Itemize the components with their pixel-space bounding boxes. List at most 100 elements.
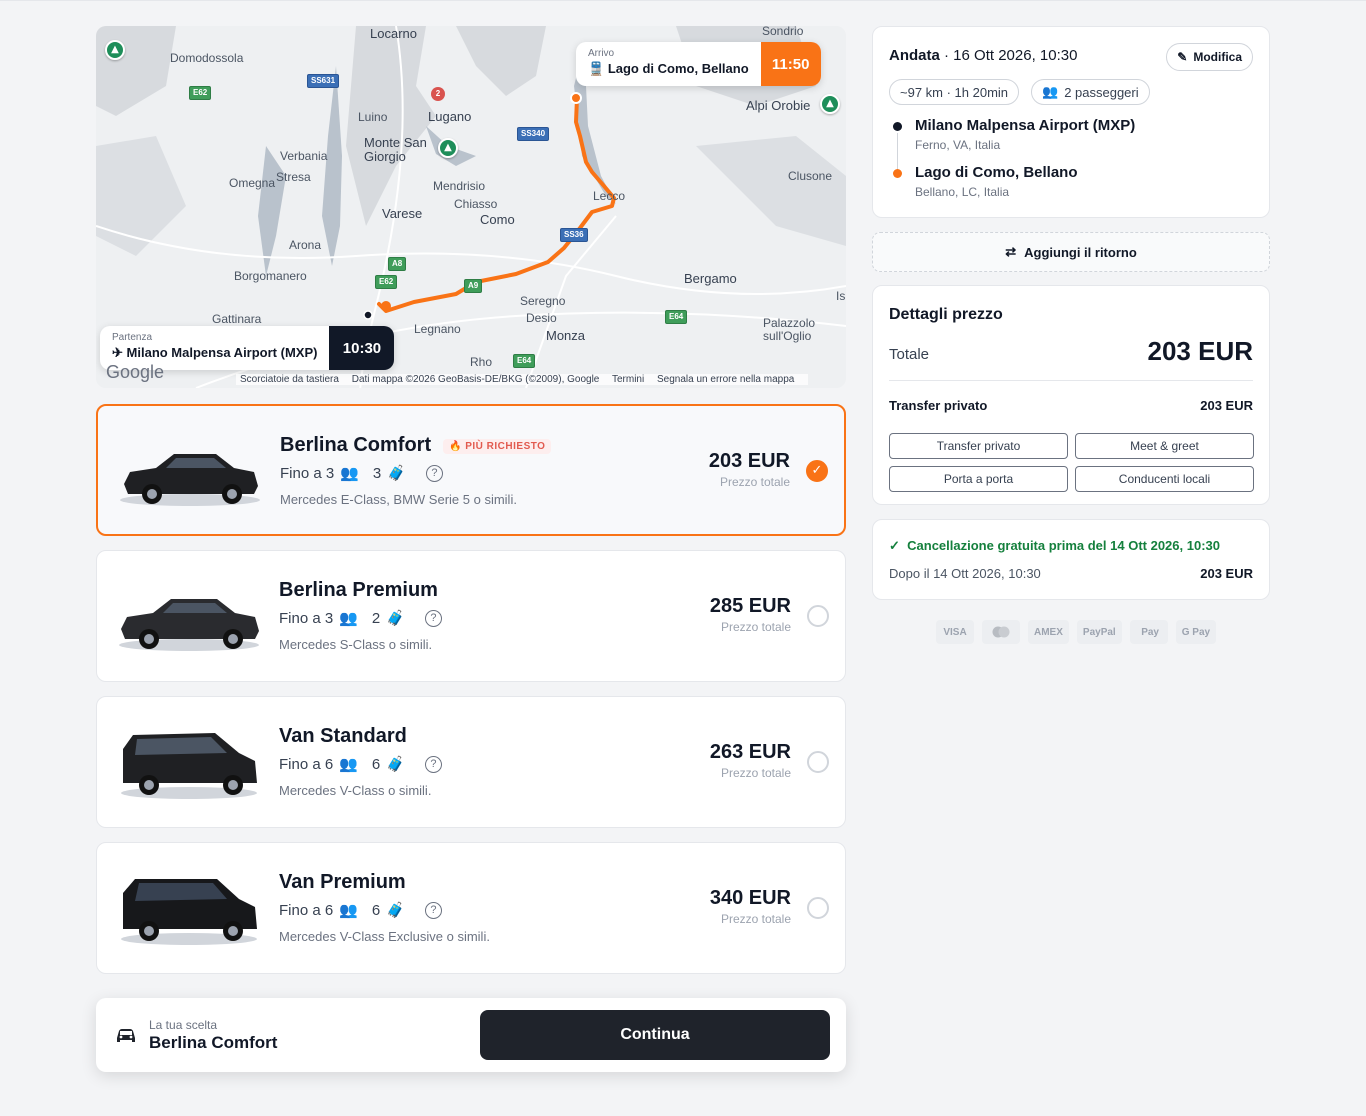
payment-methods: VISA AMEX PayPal Pay G Pay xyxy=(936,620,1217,644)
choice-bar: La tua scelta Berlina Comfort Continua xyxy=(96,998,846,1072)
select-radio[interactable]: ✓ xyxy=(806,460,828,482)
trip-direction: Andata xyxy=(889,47,940,64)
add-return-button[interactable]: ⇄ Aggiungi il ritorno xyxy=(872,232,1270,272)
line-value: 203 EUR xyxy=(1200,398,1253,413)
vehicle-models: Mercedes E-Class, BMW Serie 5 o simili. xyxy=(280,492,517,507)
destination-name: Lago di Como, Bellano xyxy=(915,164,1078,181)
divider xyxy=(889,380,1253,381)
continue-button[interactable]: Continua xyxy=(480,1010,830,1060)
capacity-label: Fino a 6 xyxy=(279,901,334,919)
help-icon[interactable]: ? xyxy=(424,901,442,919)
select-radio[interactable] xyxy=(807,751,829,773)
help-icon[interactable]: ? xyxy=(424,755,442,773)
vehicle-name: Van Premium xyxy=(279,871,406,893)
train-icon: 🚆 xyxy=(588,61,605,76)
modify-button[interactable]: ✎ Modifica xyxy=(1166,43,1253,71)
price-details: Dettagli prezzo Totale 203 EUR Transfer … xyxy=(872,285,1270,505)
road-badge: E64 xyxy=(513,354,536,368)
map-label: Chiasso xyxy=(454,197,498,211)
apple-pay-icon: Pay xyxy=(1129,620,1168,644)
arrival-place: Lago di Como, Bellano xyxy=(607,61,749,76)
origin-sub: Ferno, VA, Italia xyxy=(915,138,1001,152)
map-label: Como xyxy=(480,212,515,227)
bags-count: 2 xyxy=(371,609,381,627)
help-icon[interactable]: ? xyxy=(424,609,442,627)
mountain-pin-icon[interactable]: ▲ xyxy=(105,40,125,60)
vehicle-card-van-premium[interactable]: Van Premium Fino a 6 👥 6 🧳 ? Mercedes V-… xyxy=(96,842,846,974)
people-icon: 👥 xyxy=(339,610,358,627)
free-cancellation: Cancellazione gratuita prima del 14 Ott … xyxy=(907,538,1220,553)
van-image xyxy=(121,733,257,799)
terms-link[interactable]: Termini xyxy=(612,374,644,385)
flame-icon: 🔥 xyxy=(449,441,462,452)
vehicle-models: Mercedes V-Class o simili. xyxy=(279,783,432,798)
vehicle-card-berlina-comfort[interactable]: Berlina Comfort 🔥 PIÙ RICHIESTO Fino a 3… xyxy=(96,404,846,536)
line-label: Transfer privato xyxy=(889,398,988,413)
map-label: Legnano xyxy=(414,322,461,336)
cancellation-policy: ✓ Cancellazione gratuita prima del 14 Ot… xyxy=(872,519,1270,600)
help-icon[interactable]: ? xyxy=(425,464,443,482)
modify-label: Modifica xyxy=(1193,50,1242,64)
map-label: Palazzolo sull'Oglio xyxy=(763,316,816,343)
price-title: Dettagli prezzo xyxy=(889,306,1003,323)
mastercard-icon xyxy=(982,620,1020,644)
people-icon: 👥 xyxy=(1042,84,1059,99)
feature-tag: Meet & greet xyxy=(1075,433,1254,459)
map-label: Gattinara xyxy=(212,312,262,326)
arrival-time: 11:50 xyxy=(760,42,821,86)
price-label: Prezzo totale xyxy=(720,912,791,926)
arrival-chip[interactable]: Arrivo 🚆 Lago di Como, Bellano 11:50 xyxy=(576,42,821,86)
report-error-link[interactable]: Segnala un errore nella mappa xyxy=(657,374,794,385)
road-badge: SS340 xyxy=(517,127,550,141)
total-label: Totale xyxy=(889,346,930,363)
vehicle-price: 340 EUR xyxy=(709,887,791,909)
road-badge: SS631 xyxy=(307,74,340,88)
map-label: Rho xyxy=(470,355,493,369)
bags-count: 6 xyxy=(371,755,381,773)
map-label: Borgomanero xyxy=(234,269,307,283)
bags-count: 3 xyxy=(372,464,382,482)
capacity-label: Fino a 3 xyxy=(280,464,335,482)
choice-label: La tua scelta xyxy=(149,1018,218,1032)
departure-place: Milano Malpensa Airport (MXP) xyxy=(126,345,318,360)
feature-tag: Transfer privato xyxy=(889,433,1068,459)
mountain-pin-icon[interactable]: ▲ xyxy=(438,138,458,158)
map-label: Seregno xyxy=(520,294,566,308)
map-label: Locarno xyxy=(370,26,417,41)
map-label: Mendrisio xyxy=(433,179,486,193)
mountain-pin-icon[interactable]: ▲ xyxy=(820,94,840,114)
vehicle-models: Mercedes S-Class o simili. xyxy=(279,637,433,652)
luggage-icon: 🧳 xyxy=(386,902,405,919)
total-value: 203 EUR xyxy=(1147,336,1254,366)
map-label: Monte San Giorgio xyxy=(364,135,427,164)
map-label: Desio xyxy=(526,311,557,325)
map-label: Clusone xyxy=(788,169,833,183)
feature-tag: Conducenti locali xyxy=(1075,466,1254,492)
map-label: Stresa xyxy=(276,170,311,184)
vehicle-card-berlina-premium[interactable]: Berlina Premium Fino a 3 👥 2 🧳 ? Mercede… xyxy=(96,550,846,682)
map-label: Domodossola xyxy=(170,51,244,65)
bags-count: 6 xyxy=(371,901,381,919)
feature-tag: Porta a porta xyxy=(889,466,1068,492)
arrival-label: Arrivo xyxy=(588,48,615,59)
departure-label: Partenza xyxy=(112,332,153,343)
map-label: Lugano xyxy=(428,109,472,124)
select-radio[interactable] xyxy=(807,605,829,627)
map-label: Verbania xyxy=(280,149,328,163)
pencil-icon: ✎ xyxy=(1177,50,1188,64)
keyboard-shortcuts-link[interactable]: Scorciatoie da tastiera xyxy=(240,374,339,385)
map-label: Bergamo xyxy=(684,271,737,286)
price-label: Prezzo totale xyxy=(720,620,791,634)
people-icon: 👥 xyxy=(340,465,359,482)
vehicle-card-van-standard[interactable]: Van Standard Fino a 6 👥 6 🧳 ? Mercedes V… xyxy=(96,696,846,828)
route-map[interactable]: Locarno Sondrio Domodossola Luino Lugano… xyxy=(96,26,846,388)
road-badge: E64 xyxy=(665,310,688,324)
road-badge: 2 xyxy=(431,87,445,101)
vehicle-name: Van Standard xyxy=(279,725,407,747)
luggage-icon: 🧳 xyxy=(386,756,405,773)
price-label: Prezzo totale xyxy=(719,475,790,489)
select-radio[interactable] xyxy=(807,897,829,919)
road-badge: A8 xyxy=(388,257,407,271)
map-footer: Scorciatoie da tastiera Dati mappa ©2026… xyxy=(236,374,809,385)
map-label: Monza xyxy=(546,328,586,343)
